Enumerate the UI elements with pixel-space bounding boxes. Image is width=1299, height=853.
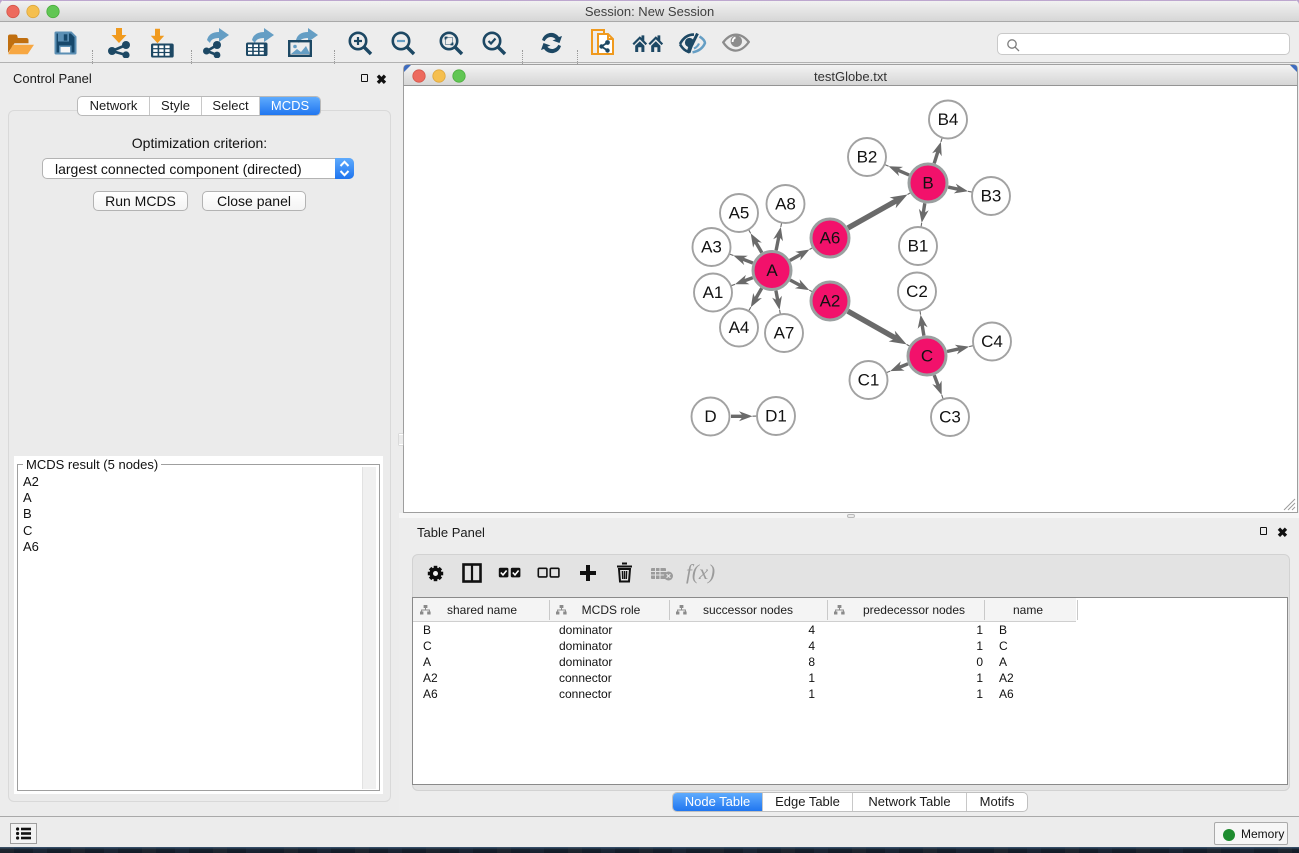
svg-text:C2: C2 (906, 282, 928, 301)
svg-text:A8: A8 (775, 195, 796, 214)
svg-text:B: B (922, 174, 933, 193)
svg-text:B2: B2 (857, 148, 878, 167)
svg-text:D: D (704, 407, 716, 426)
svg-text:C1: C1 (858, 371, 880, 390)
svg-text:C4: C4 (981, 332, 1003, 351)
svg-text:A7: A7 (774, 324, 795, 343)
svg-text:A4: A4 (729, 318, 750, 337)
svg-text:B3: B3 (981, 187, 1002, 206)
svg-text:A6: A6 (820, 229, 841, 248)
svg-text:f(x): f(x) (686, 560, 715, 584)
svg-text:C: C (921, 347, 933, 366)
svg-text:A: A (766, 261, 778, 280)
svg-text:B4: B4 (938, 110, 959, 129)
svg-text:A2: A2 (820, 292, 841, 311)
svg-text:A1: A1 (703, 283, 724, 302)
svg-text:A3: A3 (701, 238, 722, 257)
svg-text:B1: B1 (908, 237, 929, 256)
svg-text:A5: A5 (729, 204, 750, 223)
svg-text:D1: D1 (765, 407, 787, 426)
svg-text:C3: C3 (939, 408, 961, 427)
